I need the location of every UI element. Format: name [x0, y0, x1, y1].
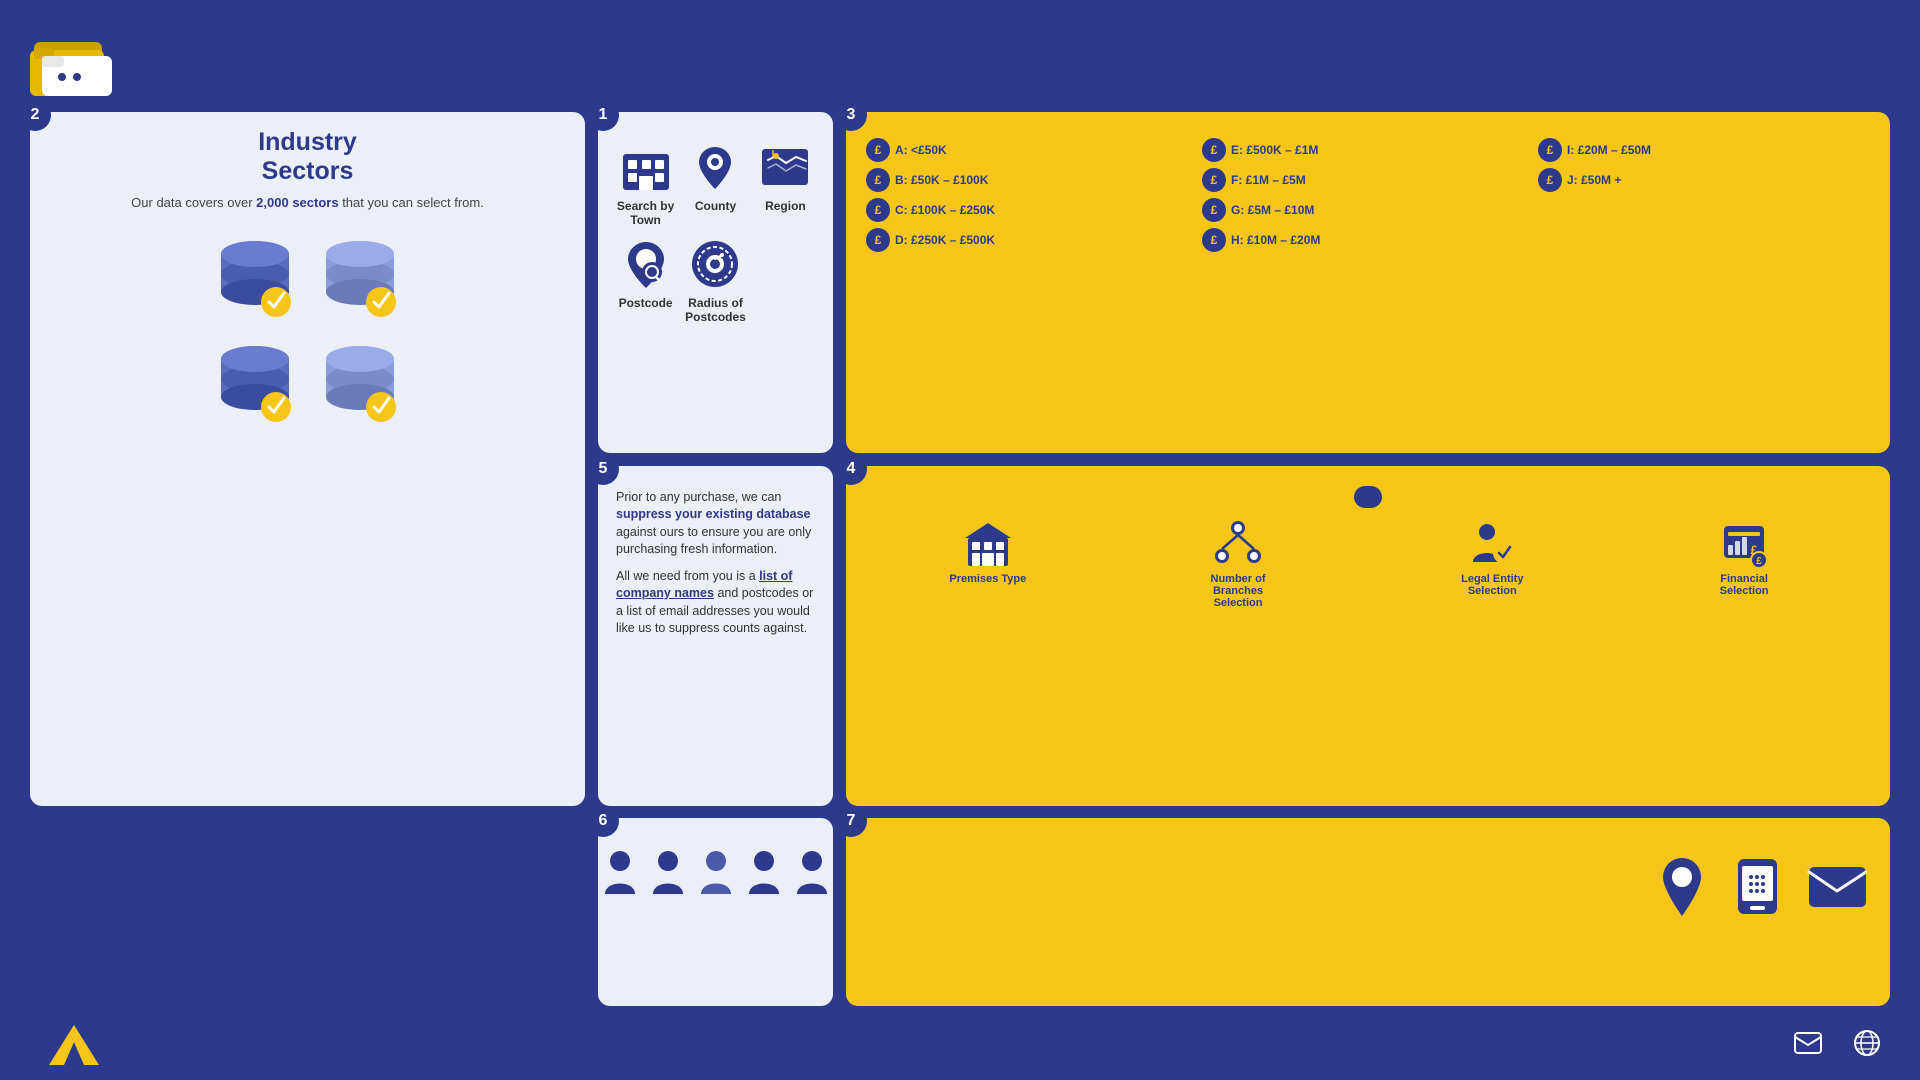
- other-business-section: 4 Premises Type: [846, 466, 1890, 807]
- email-channel-icon: [1805, 859, 1870, 914]
- legal-entity-icon: [1467, 518, 1517, 568]
- geo-radius: Radius of Postcodes: [685, 237, 746, 324]
- band-d: £D: £250K – £500K: [866, 228, 1198, 252]
- band-h: £H: £10M – £20M: [1202, 228, 1534, 252]
- suppressions-section: 5 Prior to any purchase, we can suppress…: [598, 466, 833, 807]
- db-icon-1: [208, 230, 303, 325]
- db-icon-3: [208, 335, 303, 430]
- other-premises: Premises Type: [949, 518, 1026, 585]
- band-b: £B: £50K – £100K: [866, 168, 1198, 192]
- legal-entity-label: Legal Entity Selection: [1450, 573, 1535, 597]
- person-icon-4: [745, 848, 783, 898]
- branches-selection-label: Number of Branches Selection: [1193, 573, 1283, 609]
- postcode-label: Postcode: [619, 296, 673, 310]
- geo-postcode: Postcode: [616, 237, 675, 324]
- footer-contact: [1794, 1030, 1890, 1056]
- band-c: £C: £100K – £250K: [866, 198, 1198, 222]
- step-3-badge: 3: [835, 99, 867, 131]
- svg-text:£: £: [1756, 556, 1762, 567]
- town-label: Search by Town: [616, 199, 675, 227]
- step-4-badge: 4: [835, 453, 867, 485]
- radius-postcodes-icon: [688, 237, 742, 291]
- region-label: Region: [765, 199, 806, 213]
- contacts-section: 6: [598, 818, 833, 1006]
- other-legal: Legal Entity Selection: [1450, 518, 1535, 597]
- other-branches: Number of Branches Selection: [1193, 518, 1283, 609]
- region-icon: [758, 140, 812, 194]
- person-icon-1: [601, 848, 639, 898]
- step-2-badge: 2: [19, 99, 51, 131]
- town-icon: [619, 140, 673, 194]
- rdm-logo: [30, 1020, 99, 1065]
- person-icon-5: [793, 848, 831, 898]
- premises-type-label: Premises Type: [949, 573, 1026, 585]
- size-section: 3 £A: <£50K £E: £500K – £1M £I: £20M – £…: [846, 112, 1890, 453]
- person-icon-2: [649, 848, 687, 898]
- county-label: County: [695, 199, 736, 213]
- radius-label: Radius of Postcodes: [685, 296, 746, 324]
- step-7-badge: 7: [835, 805, 867, 837]
- person-icon-3: [697, 848, 735, 898]
- band-j: £J: £50M +: [1538, 168, 1870, 192]
- db-icon-2: [313, 230, 408, 325]
- header: [30, 22, 1890, 100]
- website-footer: [1854, 1030, 1890, 1056]
- suppress-para1: Prior to any purchase, we can suppress y…: [616, 489, 815, 559]
- geo-county: County: [685, 140, 746, 227]
- rdm-chevron-icon: [44, 1020, 99, 1065]
- geo-region: Region: [756, 140, 815, 227]
- globe-footer-icon: [1854, 1030, 1880, 1056]
- band-g: £G: £5M – £10M: [1202, 198, 1534, 222]
- header-folder-icon: [30, 22, 118, 100]
- email-footer-icon: [1794, 1032, 1822, 1054]
- footer: [30, 1018, 1890, 1065]
- other-badge: [1354, 486, 1382, 508]
- band-e: £E: £500K – £1M: [1202, 138, 1534, 162]
- geography-section: 1 Search by Town: [598, 112, 833, 453]
- band-i: £I: £20M – £50M: [1538, 138, 1870, 162]
- step-6-badge: 6: [587, 805, 619, 837]
- phone-icon: [1730, 854, 1785, 919]
- financial-selection-label: Financial Selection: [1702, 573, 1787, 597]
- suppress-para2: All we need from you is a list of compan…: [616, 568, 815, 638]
- email-footer: [1794, 1032, 1832, 1054]
- channels-section: 7: [846, 818, 1890, 1006]
- industry-section: 2 IndustrySectors Our data covers over 2…: [30, 112, 585, 806]
- premises-icon: [963, 518, 1013, 568]
- geo-town: Search by Town: [616, 140, 675, 227]
- financial-selection-icon: £ £: [1719, 518, 1769, 568]
- postal-icon: [1655, 854, 1710, 919]
- postcode-icon: [619, 237, 673, 291]
- db-icon-4: [313, 335, 408, 430]
- county-icon: [688, 140, 742, 194]
- band-a: £A: <£50K: [866, 138, 1198, 162]
- band-f: £F: £1M – £5M: [1202, 168, 1534, 192]
- step-1-badge: 1: [587, 99, 619, 131]
- industry-para: Our data covers over 2,000 sectors that …: [131, 194, 484, 212]
- other-financial: £ £ Financial Selection: [1702, 518, 1787, 597]
- industry-heading: IndustrySectors: [258, 128, 357, 186]
- step-5-badge: 5: [587, 453, 619, 485]
- branches-selection-icon: [1213, 518, 1263, 568]
